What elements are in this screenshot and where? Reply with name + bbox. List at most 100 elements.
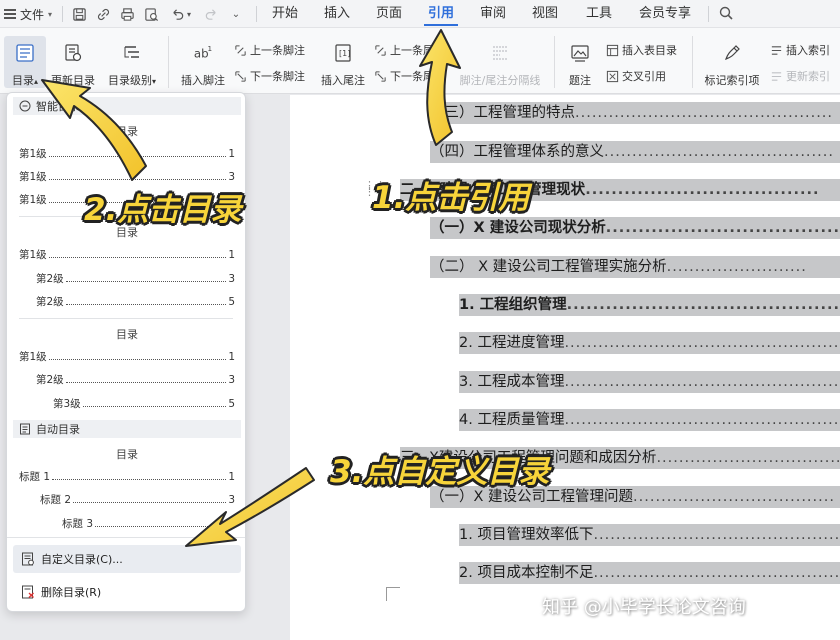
print-icon[interactable] <box>118 4 136 24</box>
entry-name: 标题 2 <box>40 494 72 506</box>
update-index-label: 更新索引 <box>786 70 830 83</box>
footnote-separator-button[interactable]: 脚注/尾注分隔线 <box>456 36 544 88</box>
drag-handle-icon[interactable]: ⋮⋮⋮⋮ <box>364 180 386 197</box>
prev-endnote-button[interactable]: 上一条尾注 <box>374 42 445 58</box>
mark-index-button[interactable]: 标记索引项 <box>700 36 764 88</box>
toc-line[interactable]: （二） X 建设公司工程管理实施分析......................… <box>430 256 840 278</box>
endnote-icon: [1] <box>332 42 354 64</box>
page-margin-marker <box>386 587 400 601</box>
update-toc-button[interactable]: 更新目录 <box>50 36 96 88</box>
toc-style-1-entry[interactable]: 第1级 3 <box>19 170 235 184</box>
toc-line-text: （一）X 建设公司工程管理问题 <box>430 489 634 505</box>
toc-style-3-entry[interactable]: 第1级 1 <box>19 350 235 364</box>
tab-view[interactable]: 视图 <box>526 0 564 28</box>
toc-style-3-entry[interactable]: 第3级 5 <box>53 397 235 411</box>
custom-toc-button[interactable]: 自定义目录(C)... <box>13 545 241 573</box>
toc-line[interactable]: （一）X 建设公司现状分析...........................… <box>430 217 840 239</box>
toc-line-leader: ........................................… <box>566 297 840 313</box>
save-icon[interactable] <box>70 4 88 24</box>
prev-endnote-label: 上一条尾注 <box>390 44 445 57</box>
tab-insert[interactable]: 插入 <box>318 0 356 28</box>
toc-style-2-entry[interactable]: 第2级 3 <box>36 272 235 286</box>
insert-table-toc-button[interactable]: 插入表目录 <box>606 42 677 58</box>
entry-name: 第1级 <box>19 249 47 261</box>
update-index-button[interactable]: 更新索引 <box>770 68 830 84</box>
insert-index-button[interactable]: 插入索引 <box>770 42 830 58</box>
custom-toc-icon <box>22 552 34 566</box>
insert-endnote-button[interactable]: [1] 插入尾注 <box>318 36 368 88</box>
toc-level-icon <box>121 42 143 64</box>
toc-line[interactable]: （四）工程管理体系的意义............................… <box>430 141 840 163</box>
delete-toc-button[interactable]: 删除目录(R) <box>13 578 241 606</box>
search-icon[interactable] <box>718 5 736 23</box>
watermark: 知乎 @小毕学长论文咨询 <box>542 597 746 618</box>
toc-style-2-entry[interactable]: 第2级 5 <box>36 295 235 309</box>
toc-line[interactable]: 2. 项目成本控制不足.............................… <box>459 562 840 584</box>
entry-page: 3 <box>228 374 235 386</box>
insert-footnote-button[interactable]: ab 1 插入脚注 <box>178 36 228 88</box>
prev-footnote-button[interactable]: 上一条脚注 <box>234 42 305 58</box>
toc-style-3-entry[interactable]: 第2级 3 <box>36 373 235 387</box>
insert-index-label: 插入索引 <box>786 44 830 57</box>
tab-member[interactable]: 会员专享 <box>634 0 696 28</box>
svg-text:[1]: [1] <box>339 49 350 58</box>
toc-level-label: 目录级别 <box>107 74 152 87</box>
toc-line-text: （三）工程管理的特点 <box>430 105 575 121</box>
more-chevron-icon[interactable]: ⌄ <box>230 4 242 24</box>
auto-toc-label: 自动目录 <box>36 423 80 436</box>
divider <box>708 6 709 22</box>
tab-home[interactable]: 开始 <box>266 0 304 28</box>
tab-page[interactable]: 页面 <box>370 0 408 28</box>
caption-button[interactable]: 题注 <box>562 36 598 88</box>
annotation-step-3: 3.点自定义目录 <box>330 454 550 490</box>
print-preview-icon[interactable] <box>142 4 160 24</box>
divider <box>19 318 233 319</box>
entry-name: 第2级 <box>36 374 64 386</box>
toc-button[interactable]: 目录▴ <box>4 36 46 88</box>
next-endnote-icon <box>375 70 386 82</box>
file-menu[interactable]: 文件 ▾ <box>4 4 52 24</box>
menu-bar: 文件 ▾ ▾ ⌄ 开始 插入 页面 引用 审阅 视图 工具 会员专享 <box>0 0 840 28</box>
divider <box>554 36 555 88</box>
auto-toc-entry[interactable]: 标题 3 5 <box>62 517 235 531</box>
toc-line[interactable]: 2. 工程进度管理...............................… <box>459 332 840 354</box>
toc-style-1-entry[interactable]: 第1级 1 <box>19 147 235 161</box>
svg-text:ab: ab <box>194 47 209 61</box>
auto-toc-entry[interactable]: 标题 1 1 <box>19 470 235 484</box>
next-footnote-button[interactable]: 下一条脚注 <box>234 68 305 84</box>
dot-leader <box>52 470 227 480</box>
next-endnote-button[interactable]: 下一条尾注 <box>374 68 445 84</box>
entry-name: 第1级 <box>19 351 47 363</box>
toc-line-leader: ........................................… <box>564 374 840 390</box>
caption-icon <box>569 42 591 64</box>
toc-line[interactable]: （三）工程管理的特点..............................… <box>430 102 840 124</box>
toc-line-text: 2. 项目成本控制不足 <box>459 565 594 581</box>
divider <box>168 36 169 88</box>
chevron-down-icon: ▾ <box>151 77 156 86</box>
entry-page: 1 <box>228 471 235 483</box>
footnote-icon: ab 1 <box>192 42 214 64</box>
toc-button-label: 目录 <box>11 74 34 87</box>
toc-line-leader: .................................... <box>633 489 835 505</box>
toc-line[interactable]: 4. 工程质量管理...............................… <box>459 409 840 431</box>
toc-level-button[interactable]: 目录级别▾ <box>104 36 160 88</box>
toc-line[interactable]: 1. 工程组织管理...............................… <box>459 294 840 316</box>
auto-toc-entry[interactable]: 标题 2 3 <box>40 493 235 507</box>
tab-review[interactable]: 审阅 <box>474 0 512 28</box>
redo-icon[interactable] <box>202 4 220 24</box>
cross-reference-button[interactable]: 交叉引用 <box>606 68 666 84</box>
toc-line-leader: .................................... <box>585 182 820 198</box>
prev-footnote-label: 上一条脚注 <box>250 44 305 57</box>
toc-style-2-entry[interactable]: 第1级 1 <box>19 248 235 262</box>
share-link-icon[interactable] <box>94 4 112 24</box>
toc-line-leader: ........................................… <box>564 412 840 428</box>
tab-references[interactable]: 引用 <box>422 0 460 28</box>
toc-line[interactable]: 3. 工程成本管理...............................… <box>459 371 840 393</box>
toc-dropdown-panel: 智能目录 目录 第1级 1 第1级 3 第1级 5 目录 第1级 1 第2级 3 第2级 5… <box>6 92 246 612</box>
entry-page: 3 <box>228 273 235 285</box>
toc-line[interactable]: 1. 项目管理效率低下.............................… <box>459 524 840 546</box>
tab-tools[interactable]: 工具 <box>580 0 618 28</box>
undo-dropdown-icon[interactable]: ▾ <box>184 4 194 24</box>
entry-page: 1 <box>228 351 235 363</box>
smart-toc-icon <box>19 100 31 112</box>
